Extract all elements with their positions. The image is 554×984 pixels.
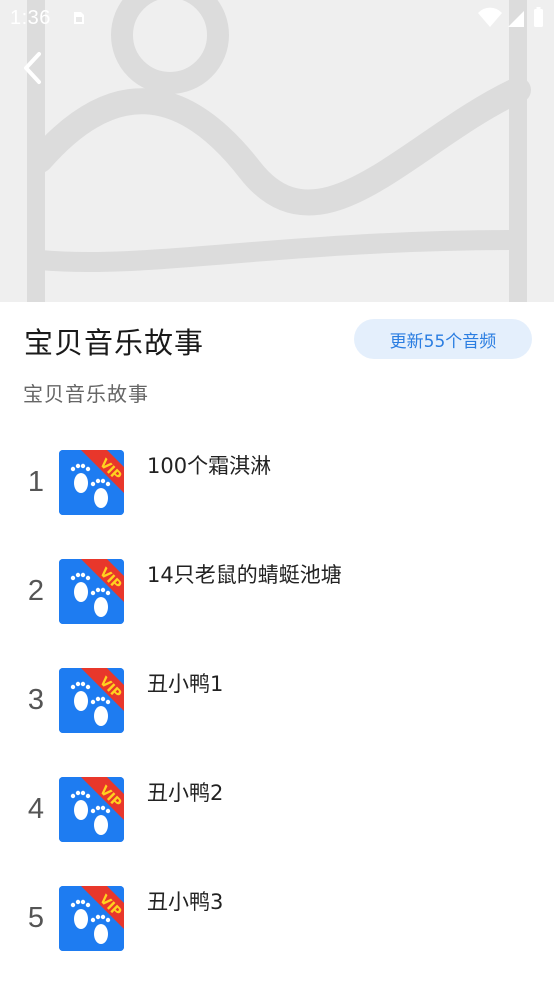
track-row[interactable]: 5 VIP 丑小鸭3 [0, 876, 554, 984]
footprints-vip-icon: VIP [59, 668, 124, 733]
sim-card-icon [74, 12, 84, 24]
track-row[interactable]: 4 VIP 丑小鸭2 [0, 767, 554, 876]
track-cover: VIP [59, 668, 124, 733]
footprints-vip-icon: VIP [59, 777, 124, 842]
track-row[interactable]: 3 VIP 丑小鸭1 [0, 658, 554, 767]
album-detail-screen: 1:36 宝贝音乐故事 更新55个音频 宝贝音乐故事 1 VIP 100个霜淇淋… [0, 0, 554, 984]
track-name: 丑小鸭2 [147, 781, 224, 805]
cell-signal-icon [508, 11, 524, 27]
back-button[interactable] [12, 48, 52, 88]
track-index: 5 [27, 902, 45, 934]
header-image [0, 0, 554, 302]
track-cover: VIP [59, 777, 124, 842]
status-icons [478, 7, 543, 28]
update-count-button[interactable]: 更新55个音频 [354, 319, 532, 359]
track-list: 1 VIP 100个霜淇淋 2 VIP 14只老鼠的蜻蜓池塘 3 VIP 丑小鸭… [0, 440, 554, 984]
album-description: 宝贝音乐故事 [23, 382, 149, 406]
status-bar: 1:36 [0, 0, 554, 36]
wifi-icon [478, 7, 502, 28]
track-cover: VIP [59, 450, 124, 515]
track-index: 1 [27, 466, 45, 498]
track-index: 4 [27, 793, 45, 825]
footprints-vip-icon: VIP [59, 450, 124, 515]
image-placeholder-icon [0, 0, 554, 302]
track-name: 100个霜淇淋 [147, 454, 272, 478]
track-row[interactable]: 2 VIP 14只老鼠的蜻蜓池塘 [0, 549, 554, 658]
album-title: 宝贝音乐故事 [24, 326, 205, 360]
footprints-vip-icon: VIP [59, 559, 124, 624]
chevron-left-icon [24, 52, 41, 84]
battery-icon [534, 7, 543, 27]
track-index: 2 [27, 575, 45, 607]
status-time: 1:36 [10, 7, 51, 29]
track-name: 丑小鸭3 [147, 890, 224, 914]
footprints-vip-icon: VIP [59, 886, 124, 951]
track-cover: VIP [59, 559, 124, 624]
track-row[interactable]: 1 VIP 100个霜淇淋 [0, 440, 554, 549]
track-index: 3 [27, 684, 45, 716]
track-name: 14只老鼠的蜻蜓池塘 [147, 563, 342, 587]
track-cover: VIP [59, 886, 124, 951]
track-name: 丑小鸭1 [147, 672, 224, 696]
